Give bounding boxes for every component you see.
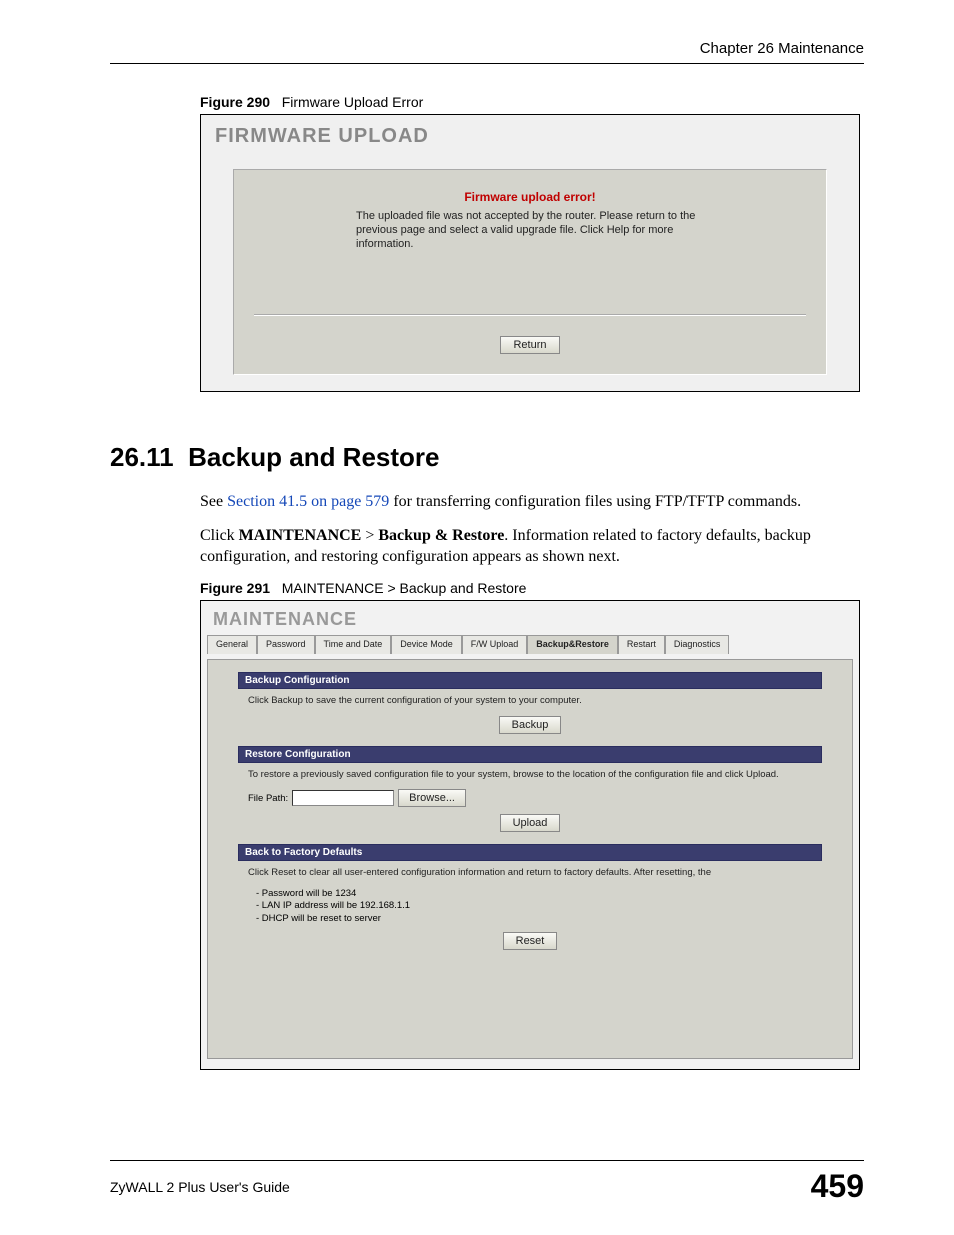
figure-291-caption: Figure 291 MAINTENANCE > Backup and Rest…: [200, 580, 864, 596]
firmware-error-message: The uploaded file was not accepted by th…: [234, 204, 826, 251]
tab-diagnostics[interactable]: Diagnostics: [665, 635, 730, 654]
tab-password[interactable]: Password: [257, 635, 315, 654]
footer-guide-name: ZyWALL 2 Plus User's Guide: [110, 1179, 290, 1195]
factory-bullets: - Password will be 1234 - LAN IP address…: [256, 888, 812, 925]
figure-290-label: Figure 290: [200, 94, 270, 110]
tab-restart[interactable]: Restart: [618, 635, 665, 654]
backup-configuration-bar: Backup Configuration: [238, 672, 822, 689]
cross-reference-link[interactable]: Section 41.5 on page 579: [227, 493, 389, 510]
section-title: Backup and Restore: [188, 442, 439, 472]
tab-device-mode[interactable]: Device Mode: [391, 635, 462, 654]
chapter-header: Chapter 26 Maintenance: [110, 40, 864, 57]
upload-button[interactable]: Upload: [500, 814, 561, 832]
firmware-error-panel: Firmware upload error! The uploaded file…: [233, 169, 827, 375]
firmware-error-heading: Firmware upload error!: [234, 170, 826, 204]
figure-290-screenshot: FIRMWARE UPLOAD Firmware upload error! T…: [200, 114, 860, 392]
figure-291-caption-text: MAINTENANCE > Backup and Restore: [282, 580, 527, 596]
browse-button[interactable]: Browse...: [398, 789, 466, 807]
section-number: 26.11: [110, 442, 174, 472]
return-button[interactable]: Return: [500, 336, 559, 354]
backup-instruction-text: Click Backup to save the current configu…: [248, 695, 812, 707]
factory-defaults-bar: Back to Factory Defaults: [238, 844, 822, 861]
separator-line: [254, 314, 806, 316]
figure-290-caption-text: Firmware Upload Error: [282, 94, 424, 110]
factory-bullet-3: - DHCP will be reset to server: [256, 913, 812, 925]
section-heading: 26.11 Backup and Restore: [110, 442, 864, 473]
maintenance-panel: Backup Configuration Click Backup to sav…: [207, 659, 853, 1059]
backup-button[interactable]: Backup: [499, 716, 562, 734]
restore-configuration-bar: Restore Configuration: [238, 746, 822, 763]
restore-instruction-text: To restore a previously saved configurat…: [248, 769, 812, 781]
factory-bullet-2: - LAN IP address will be 192.168.1.1: [256, 900, 812, 912]
tab-time-date[interactable]: Time and Date: [315, 635, 392, 654]
footer-rule: [110, 1160, 864, 1161]
figure-290-caption: Figure 290 Firmware Upload Error: [200, 94, 864, 110]
file-path-label: File Path:: [248, 793, 288, 804]
figure-291-label: Figure 291: [200, 580, 270, 596]
reset-button[interactable]: Reset: [503, 932, 558, 950]
firmware-upload-title: FIRMWARE UPLOAD: [201, 115, 859, 148]
footer-page-number: 459: [811, 1168, 864, 1205]
factory-bullet-1: - Password will be 1234: [256, 888, 812, 900]
tab-strip: General Password Time and Date Device Mo…: [201, 634, 859, 653]
file-path-input[interactable]: [292, 790, 394, 806]
tab-fw-upload[interactable]: F/W Upload: [462, 635, 528, 654]
section-paragraph-1: See Section 41.5 on page 579 for transfe…: [200, 491, 864, 513]
figure-291-screenshot: MAINTENANCE General Password Time and Da…: [200, 600, 860, 1070]
section-paragraph-2: Click MAINTENANCE > Backup & Restore. In…: [200, 525, 864, 568]
tab-backup-restore[interactable]: Backup&Restore: [527, 635, 618, 654]
header-rule: [110, 63, 864, 64]
tab-general[interactable]: General: [207, 635, 257, 654]
factory-instruction-text: Click Reset to clear all user-entered co…: [248, 867, 812, 879]
maintenance-title: MAINTENANCE: [201, 601, 859, 634]
